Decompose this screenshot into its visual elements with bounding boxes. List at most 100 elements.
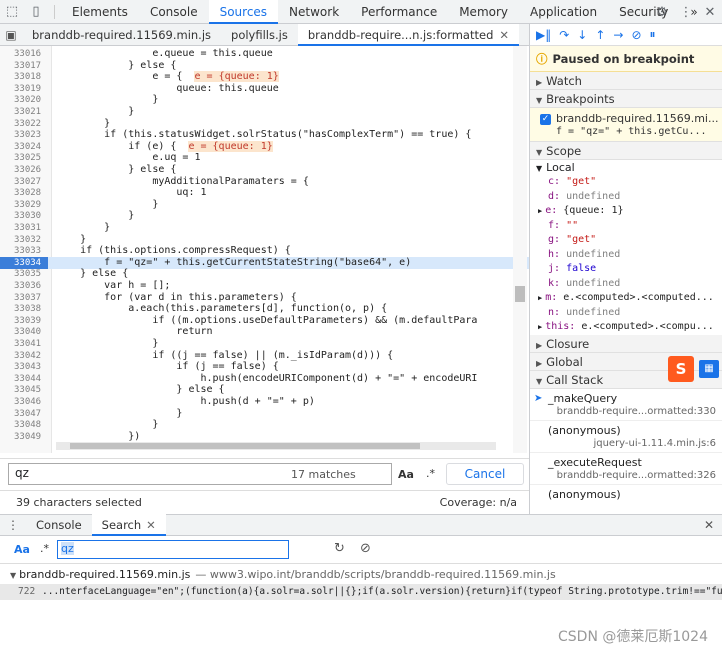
collapsed-triangle-icon[interactable]: ▶ <box>538 207 542 215</box>
drawer-search-input[interactable]: qz <box>57 540 289 559</box>
sogou-ime-icon[interactable]: S <box>668 356 694 382</box>
code-line[interactable]: 33030 } <box>0 210 529 222</box>
scope-variable[interactable]: g: "get" <box>530 233 722 248</box>
breakpoint-checkbox[interactable]: ✓ <box>540 114 551 125</box>
tab-network[interactable]: Network <box>278 0 350 24</box>
scope-variable[interactable]: n: undefined <box>530 306 722 321</box>
code-line[interactable]: 33038 a.each(this.parameters[d], functio… <box>0 303 529 315</box>
code-line[interactable]: 33048 } <box>0 419 529 431</box>
closure-section-header[interactable]: ▶ Closure <box>530 334 722 353</box>
code-line[interactable]: 33028 uq: 1 <box>0 187 529 199</box>
line-number[interactable]: 33021 <box>0 106 48 118</box>
code-line[interactable]: 33021 } <box>0 106 529 118</box>
editor-scroll-thumb[interactable] <box>515 286 525 302</box>
code-line[interactable]: 33045 } else { <box>0 384 529 396</box>
close-drawer-icon[interactable]: ✕ <box>704 518 714 532</box>
collapsed-triangle-icon[interactable]: ▶ <box>538 294 542 302</box>
line-number[interactable]: 33045 <box>0 384 48 396</box>
close-tab-icon[interactable]: ✕ <box>499 28 509 42</box>
call-frame[interactable]: (anonymous) jquery-ui-1.11.4.min.js:6 <box>530 421 722 453</box>
clear-icon[interactable]: ⊘ <box>360 541 371 556</box>
line-number[interactable]: 33016 <box>0 48 48 60</box>
line-number[interactable]: 33046 <box>0 396 48 408</box>
inspect-icon[interactable]: ⬚ <box>0 0 24 24</box>
drawer-tab-console[interactable]: Console <box>26 514 92 536</box>
code-line[interactable]: 33023 if (this.statusWidget.solrStatus("… <box>0 129 529 141</box>
code-line[interactable]: 33036 var h = []; <box>0 280 529 292</box>
tab-application[interactable]: Application <box>519 0 608 24</box>
tab-memory[interactable]: Memory <box>448 0 519 24</box>
line-number[interactable]: 33020 <box>0 94 48 106</box>
line-number[interactable]: 33028 <box>0 187 48 199</box>
tab-console[interactable]: Console <box>139 0 209 24</box>
code-line[interactable]: 33044 h.push(encodeURIComponent(d) + "="… <box>0 373 529 385</box>
code-line[interactable]: 33039 if ((m.options.useDefaultParameter… <box>0 315 529 327</box>
line-number[interactable]: 33019 <box>0 83 48 95</box>
drawer-tab-search[interactable]: Search ✕ <box>91 514 166 536</box>
code-line[interactable]: 33024 if (e) { e = {queue: 1} <box>0 140 529 153</box>
code-line[interactable]: 33025 e.uq = 1 <box>0 152 529 164</box>
line-number[interactable]: 33018 <box>0 71 48 83</box>
line-number[interactable]: 33031 <box>0 222 48 234</box>
close-devtools-icon[interactable]: ✕ <box>698 0 722 24</box>
call-frame[interactable]: (anonymous) <box>530 485 722 515</box>
code-line[interactable]: 33035 } else { <box>0 268 529 280</box>
scope-variable[interactable]: f: "" <box>530 219 722 234</box>
step-into-icon[interactable]: ↓ <box>577 28 587 42</box>
line-number[interactable]: 33030 <box>0 210 48 222</box>
line-number[interactable]: 33033 <box>0 245 48 257</box>
scope-variable[interactable]: k: undefined <box>530 277 722 292</box>
tab-sources[interactable]: Sources <box>208 0 279 24</box>
keyboard-icon[interactable]: ▦ <box>699 360 719 378</box>
code-line[interactable]: 33049 }) <box>0 431 529 443</box>
cancel-search-button[interactable]: Cancel <box>446 463 524 485</box>
call-frame[interactable]: ➤ _makeQuery branddb-require...ormatted:33… <box>530 389 722 421</box>
line-number[interactable]: 33032 <box>0 234 48 246</box>
regex-toggle[interactable]: .* <box>426 467 435 480</box>
code-line[interactable]: 33031 } <box>0 222 529 234</box>
line-number[interactable]: 33025 <box>0 152 48 164</box>
step-out-icon[interactable]: ↑ <box>595 28 605 42</box>
scope-section-header[interactable]: ▼ Scope <box>530 142 722 160</box>
search-result-file[interactable]: ▼ branddb-required.11569.min.js — www3.wip… <box>0 568 722 584</box>
code-line[interactable]: 33043 if (j == false) { <box>0 361 529 373</box>
line-number[interactable]: 33049 <box>0 431 48 443</box>
close-drawer-tab-icon[interactable]: ✕ <box>146 518 156 532</box>
scope-variable[interactable]: j: false <box>530 262 722 277</box>
scope-variable[interactable]: ▶ e: {queue: 1} <box>530 204 722 219</box>
line-number[interactable]: 33039 <box>0 315 48 327</box>
drawer-menu-icon[interactable]: ⋮ <box>0 518 26 532</box>
resume-icon[interactable]: ▶‖ <box>536 28 551 42</box>
code-line[interactable]: 33026 } else { <box>0 164 529 176</box>
search-result-line[interactable]: 722 ...nterfaceLanguage="en";(function(a)… <box>0 584 722 600</box>
code-line[interactable]: 33017 } else { <box>0 60 529 72</box>
code-line[interactable]: 33020 } <box>0 94 529 106</box>
code-line[interactable]: 33037 for (var d in this.parameters) { <box>0 292 529 304</box>
line-number[interactable]: 33043 <box>0 361 48 373</box>
code-line[interactable]: 33033 if (this.options.compressRequest) … <box>0 245 529 257</box>
navigator-toggle-icon[interactable]: ▣ <box>0 28 22 42</box>
step-over-icon[interactable]: ↷ <box>559 28 569 42</box>
local-scope-header[interactable]: ▼ Local <box>530 160 722 175</box>
tab-elements[interactable]: Elements <box>61 0 139 24</box>
line-number[interactable]: 33022 <box>0 118 48 130</box>
code-line[interactable]: 33046 h.push(d + "=" + p) <box>0 396 529 408</box>
editor-vertical-scrollbar[interactable] <box>513 46 527 453</box>
code-line[interactable]: 33018 e = { e = {queue: 1} <box>0 71 529 83</box>
code-line[interactable]: 33027 myAdditionalParamaters = { <box>0 176 529 188</box>
line-number[interactable]: 33024 <box>0 141 48 153</box>
line-number[interactable]: 33035 <box>0 268 48 280</box>
file-tab-polyfills[interactable]: polyfills.js <box>221 24 298 46</box>
collapsed-triangle-icon[interactable]: ▶ <box>538 323 542 331</box>
code-line[interactable]: 33040 return <box>0 326 529 338</box>
match-case-toggle[interactable]: Aa <box>398 468 414 481</box>
tab-performance[interactable]: Performance <box>350 0 448 24</box>
pause-on-exceptions-icon[interactable]: ⏸ <box>650 27 656 42</box>
line-number[interactable]: 33027 <box>0 176 48 188</box>
code-line[interactable]: 33022 } <box>0 118 529 130</box>
refresh-icon[interactable]: ↻ <box>334 541 345 556</box>
drawer-match-case-toggle[interactable]: Aa <box>14 543 30 556</box>
drawer-regex-toggle[interactable]: .* <box>40 542 49 555</box>
code-line[interactable]: 33019 queue: this.queue <box>0 83 529 95</box>
scope-variable[interactable]: d: undefined <box>530 190 722 205</box>
